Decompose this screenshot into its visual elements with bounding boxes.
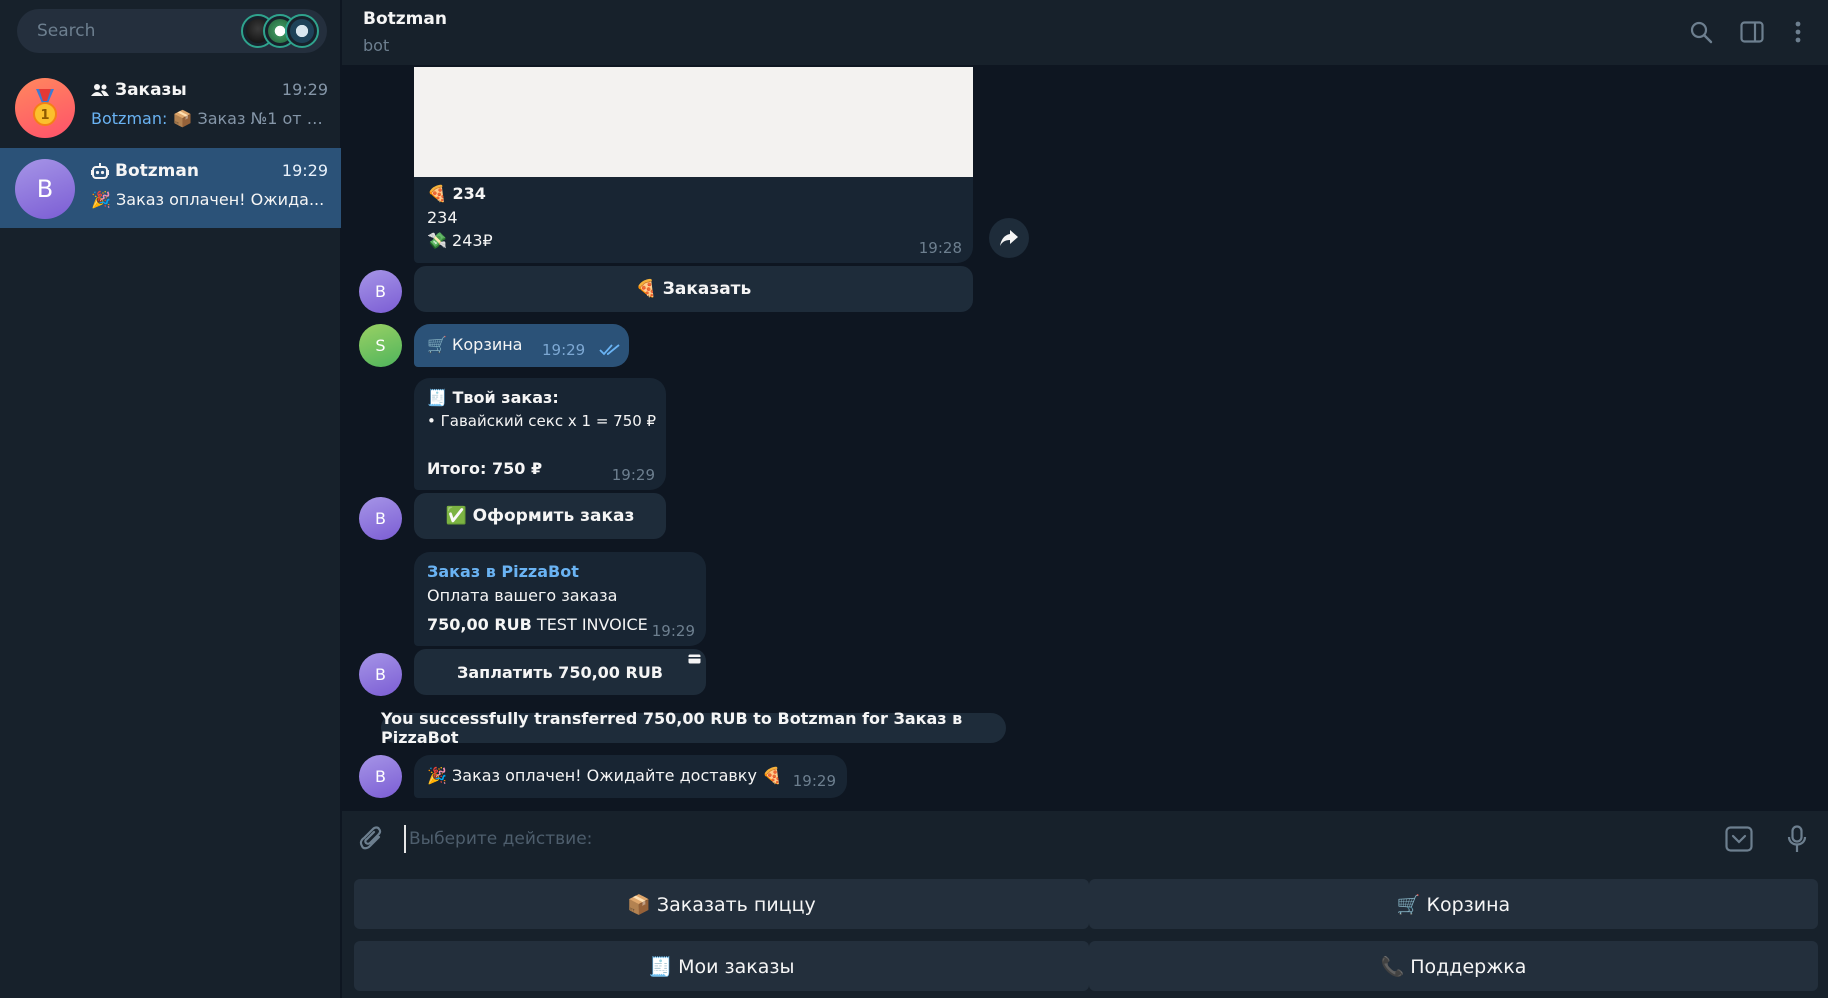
chat-item-orders[interactable]: 1 Заказы 19:29 Botzman: 📦 Заказ №1 от 0.… [0,67,341,147]
chat-preview: 🎉 Заказ оплачен! Ожида... [91,190,325,209]
forward-button[interactable] [989,218,1029,258]
keyboard-button-cart[interactable]: 🛒 Корзина [1089,879,1818,929]
chat-list-sidebar: 1 Заказы 19:29 Botzman: 📦 Заказ №1 от 0.… [0,0,341,998]
invoice-amount: 750,00 RUB [427,615,532,634]
checkout-inline-button[interactable]: ✅ Оформить заказ [414,493,666,539]
bot-avatar[interactable]: B [359,755,402,798]
story-avatar[interactable] [285,14,319,48]
message-time: 19:28 [918,239,962,257]
chat-title: Заказы [91,80,187,100]
product-description: 234 [427,208,458,227]
keyboard-button-my-orders[interactable]: 🧾 Мои заказы [354,941,1089,991]
search-box[interactable] [17,9,327,53]
chat-title: Botzman [91,161,199,181]
invoice-title[interactable]: Заказ в PizzaBot [427,562,579,581]
medal-icon: 1 [33,89,57,126]
pay-button-label: Заплатить 750,00 RUB [457,662,663,682]
order-summary-item: • Гавайский секс x 1 = 750 ₽ [427,412,657,430]
card-icon [688,654,701,664]
chat-title-text: Заказы [115,80,187,100]
user-avatar[interactable]: S [359,324,402,367]
reply-keyboard: 📦 Заказать пиццу 🛒 Корзина 🧾 Мои заказы … [342,865,1828,998]
chat-header-status: bot [363,36,390,55]
double-check-icon [599,344,620,356]
message-text: 🎉 Заказ оплачен! Ожидайте доставку 🍕 [427,766,782,785]
pay-inline-button[interactable]: Заплатить 750,00 RUB [414,649,706,695]
order-summary-title: 🧾 Твой заказ: [427,388,559,407]
microphone-icon[interactable] [1781,823,1813,855]
cart-message: 🛒 Корзина 19:29 [414,324,629,367]
product-message: 🍕 234 234 💸 243₽ 19:28 [414,67,973,263]
chat-preview: Botzman: 📦 Заказ №1 от 0... [91,109,329,128]
order-inline-button[interactable]: 🍕 Заказать [414,266,973,312]
keyboard-button-order-pizza[interactable]: 📦 Заказать пиццу [354,879,1089,929]
message-time: 19:29 [611,466,655,484]
payment-service-message: You successfully transferred 750,00 RUB … [381,709,1006,747]
message-input[interactable] [404,825,1704,853]
bot-keyboard-icon[interactable] [1723,823,1755,855]
message-time: 19:29 [792,772,836,790]
paid-message: 🎉 Заказ оплачен! Ожидайте доставку 🍕 19:… [414,755,847,798]
order-summary-message: 🧾 Твой заказ: • Гавайский секс x 1 = 750… [414,378,666,490]
stories-row[interactable] [241,14,321,48]
sidebar-toggle-icon[interactable] [1738,18,1766,46]
group-icon [91,84,109,96]
more-vertical-icon[interactable] [1784,18,1812,46]
preview-text: 📦 Заказ №1 от 0... [167,109,329,128]
bot-avatar[interactable]: B [359,497,402,540]
chat-item-botzman[interactable]: B Botzman 19:29 🎉 Заказ оплачен! Ожида..… [0,148,341,228]
message-time: 19:29 [651,622,695,640]
invoice-amount-line: 750,00 RUB TEST INVOICE [427,615,648,634]
attach-icon[interactable] [356,823,388,855]
chat-header: Botzman bot [342,0,1828,66]
chat-avatar: 1 [15,78,75,138]
chat-title-text: Botzman [115,161,199,181]
chat-time: 19:29 [281,161,328,180]
search-icon[interactable] [1687,18,1715,46]
chat-avatar: B [15,159,75,219]
bot-icon [91,163,109,179]
search-input[interactable] [37,9,237,53]
share-arrow-icon [1000,230,1018,246]
bot-avatar[interactable]: B [359,653,402,696]
order-summary-total: Итого: 750 ₽ [427,459,543,478]
message-text: 🛒 Корзина [427,335,523,354]
bot-avatar[interactable]: B [359,270,402,313]
message-composer [342,811,1828,865]
chat-time: 19:29 [281,80,328,99]
product-price: 💸 243₽ [427,231,493,250]
message-time: 19:29 [542,341,586,359]
preview-sender: Botzman: [91,109,168,128]
product-photo[interactable] [414,67,973,177]
invoice-message: Заказ в PizzaBot Оплата вашего заказа 75… [414,552,706,646]
keyboard-button-support[interactable]: 📞 Поддержка [1089,941,1818,991]
invoice-label: TEST INVOICE [536,615,648,634]
chat-header-name[interactable]: Botzman [363,9,447,29]
product-title: 🍕 234 [427,184,486,203]
invoice-description: Оплата вашего заказа [427,586,618,605]
svg-text:1: 1 [40,108,49,123]
